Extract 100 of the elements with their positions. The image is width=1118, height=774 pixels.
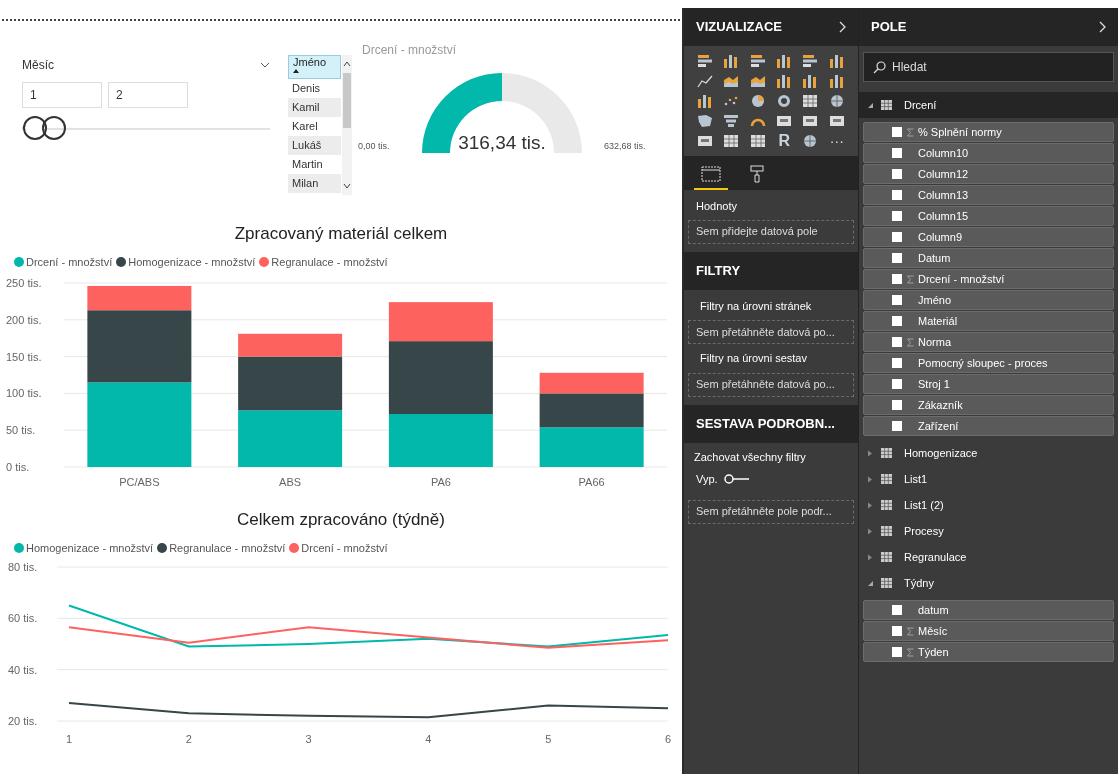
field-checkbox[interactable] <box>892 274 902 284</box>
axis-category-label: ABS <box>279 476 302 488</box>
table-icon[interactable] <box>723 134 740 148</box>
r-visual-icon[interactable]: R <box>778 134 790 148</box>
table-row[interactable]: Drcení <box>859 92 1118 118</box>
column-header[interactable]: Jméno <box>288 55 341 79</box>
field-item[interactable]: Column9 <box>863 227 1114 247</box>
collapsed-triangle-icon[interactable] <box>867 553 873 561</box>
slicer-item[interactable]: Milan <box>288 174 341 193</box>
field-checkbox[interactable] <box>892 316 902 326</box>
field-checkbox[interactable] <box>892 211 902 221</box>
field-checkbox[interactable] <box>892 148 902 158</box>
card-icon[interactable] <box>776 114 793 128</box>
globe-icon[interactable] <box>828 94 845 108</box>
pie-chart-icon[interactable] <box>749 94 766 108</box>
field-item[interactable]: Měsíc <box>863 621 1114 641</box>
field-item[interactable]: Zařízení <box>863 416 1114 436</box>
scatter-chart-icon[interactable] <box>723 94 740 108</box>
field-item[interactable]: % Splnění normy <box>863 122 1114 142</box>
drop-zone[interactable]: Sem přetáhněte datová po... <box>688 372 854 397</box>
toggle-switch[interactable] <box>723 474 750 485</box>
column-chart-icon[interactable] <box>723 54 740 68</box>
field-checkbox[interactable] <box>892 626 902 636</box>
field-item[interactable]: Pomocný sloupec - proces <box>863 353 1114 373</box>
field-checkbox[interactable] <box>892 232 902 242</box>
drop-zone[interactable]: Sem přetáhněte pole podr... <box>688 499 854 524</box>
funnel-icon[interactable] <box>723 114 740 128</box>
bar-chart-icon[interactable] <box>697 54 714 68</box>
donut-chart-icon[interactable] <box>776 94 793 108</box>
axis-category-label: 5 <box>545 733 552 745</box>
slicer-item[interactable]: Lukáš <box>288 136 341 155</box>
column-chart-icon[interactable] <box>697 94 714 108</box>
search-field[interactable]: Hledat <box>863 52 1114 82</box>
scrollbar[interactable] <box>342 55 352 195</box>
column-chart-icon[interactable] <box>828 54 845 68</box>
field-checkbox[interactable] <box>892 400 902 410</box>
collapsed-triangle-icon[interactable] <box>867 501 873 509</box>
collapsed-triangle-icon[interactable] <box>867 449 873 457</box>
table-icon[interactable] <box>802 94 819 108</box>
field-item[interactable]: Column15 <box>863 206 1114 226</box>
table-icon[interactable] <box>749 134 766 148</box>
field-checkbox[interactable] <box>892 379 902 389</box>
panel-title: POLE <box>871 18 907 37</box>
field-checkbox[interactable] <box>892 190 902 200</box>
area-chart-icon[interactable] <box>749 74 766 88</box>
field-item[interactable]: Materiál <box>863 311 1114 331</box>
field-item[interactable]: Column13 <box>863 185 1114 205</box>
scroll-up-icon[interactable] <box>343 61 351 67</box>
card-icon[interactable] <box>697 134 714 148</box>
field-checkbox[interactable] <box>892 295 902 305</box>
range-start-field[interactable]: 1 <box>22 82 102 108</box>
column-chart-icon[interactable] <box>776 54 793 68</box>
field-item[interactable]: datum <box>863 600 1114 620</box>
bar-chart-icon[interactable] <box>802 54 819 68</box>
field-item[interactable]: Stroj 1 <box>863 374 1114 394</box>
globe-icon[interactable] <box>802 134 819 148</box>
field-checkbox[interactable] <box>892 169 902 179</box>
card-icon[interactable] <box>828 114 845 128</box>
chevron-right-icon[interactable] <box>1099 21 1106 33</box>
field-item[interactable]: Jméno <box>863 290 1114 310</box>
drop-zone[interactable]: Sem přidejte datová pole <box>688 219 854 244</box>
slicer-item[interactable]: Kamil <box>288 98 341 117</box>
column-chart-icon[interactable] <box>802 74 819 88</box>
area-chart-icon[interactable] <box>723 74 740 88</box>
expanded-triangle-icon[interactable] <box>867 579 873 587</box>
field-item[interactable]: Týden <box>863 642 1114 662</box>
column-chart-icon[interactable] <box>828 74 845 88</box>
scroll-down-icon[interactable] <box>343 183 351 189</box>
table-name: List1 <box>904 471 928 487</box>
field-checkbox[interactable] <box>892 127 902 137</box>
field-item[interactable]: Norma <box>863 332 1114 352</box>
field-checkbox[interactable] <box>892 253 902 263</box>
collapsed-triangle-icon[interactable] <box>867 475 873 483</box>
card-icon[interactable] <box>802 114 819 128</box>
field-checkbox[interactable] <box>892 605 902 615</box>
field-checkbox[interactable] <box>892 358 902 368</box>
field-item[interactable]: Drcení - množství <box>863 269 1114 289</box>
filter-group-label: Filtry na úrovni sestav <box>699 351 808 366</box>
slider-thumb[interactable] <box>23 116 67 140</box>
field-checkbox[interactable] <box>892 337 902 347</box>
legend-label: Homogenizace - množství <box>128 255 256 270</box>
more-visuals-button[interactable]: ··· <box>829 134 844 148</box>
field-item[interactable]: Column12 <box>863 164 1114 184</box>
map-icon[interactable] <box>697 114 714 128</box>
field-checkbox[interactable] <box>892 647 902 657</box>
field-item[interactable]: Column10 <box>863 143 1114 163</box>
range-end-field[interactable]: 2 <box>108 82 188 108</box>
field-checkbox[interactable] <box>892 421 902 431</box>
chevron-right-icon[interactable] <box>839 21 846 33</box>
drop-zone[interactable]: Sem přetáhněte datová po... <box>688 320 854 344</box>
field-item[interactable]: Zákazník <box>863 395 1114 415</box>
field-name: Měsíc <box>918 623 948 639</box>
collapsed-triangle-icon[interactable] <box>867 527 873 535</box>
column-chart-icon[interactable] <box>776 74 793 88</box>
bar-chart-icon[interactable] <box>749 54 766 68</box>
line-chart-icon[interactable] <box>697 74 714 88</box>
chevron-down-icon[interactable] <box>260 62 270 68</box>
range-slider[interactable] <box>22 116 270 142</box>
field-item[interactable]: Datum <box>863 248 1114 268</box>
expanded-triangle-icon[interactable] <box>867 101 873 109</box>
